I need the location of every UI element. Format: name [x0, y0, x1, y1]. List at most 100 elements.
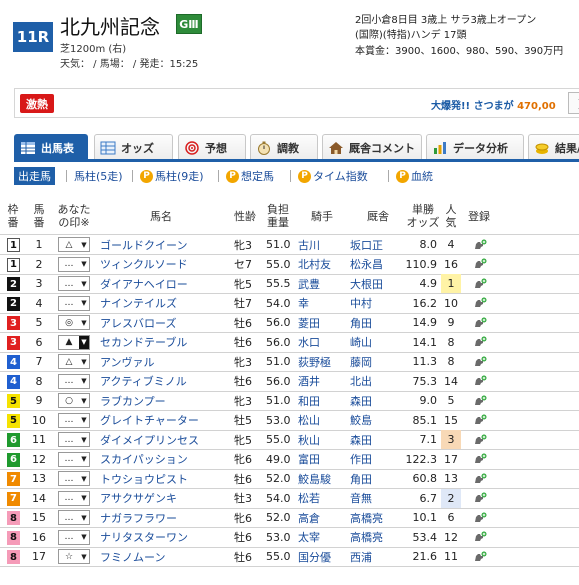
subnav-pedigree[interactable]: P 血統	[392, 167, 437, 185]
jockey-link[interactable]: 北村友	[298, 255, 348, 275]
horse-name-link[interactable]: ナガラフラワー	[100, 508, 226, 528]
jockey-link[interactable]: 酒井	[298, 372, 348, 392]
register-button[interactable]	[470, 391, 490, 411]
promo-banner[interactable]: 激熱 大爆発!! さつまが 470,00 ＞	[14, 88, 579, 118]
horse-name-link[interactable]: アクティブミノル	[100, 372, 226, 392]
register-button[interactable]	[470, 313, 490, 333]
jockey-link[interactable]: 武豊	[298, 274, 348, 294]
subnav-shussouba[interactable]: 出走馬	[14, 167, 55, 185]
tab-odds[interactable]: オッズ	[94, 134, 173, 160]
jockey-link[interactable]: 松山	[298, 411, 348, 431]
subnav-umabashira-9[interactable]: P 馬柱(9走)	[136, 167, 208, 185]
register-button[interactable]	[470, 469, 490, 489]
register-button[interactable]	[470, 547, 490, 567]
horse-name-link[interactable]: ナリタスターワン	[100, 528, 226, 548]
trainer-link[interactable]: 高橋亮	[350, 528, 406, 548]
register-button[interactable]	[470, 372, 490, 392]
mark-select[interactable]: … ▼	[58, 432, 90, 447]
mark-select[interactable]: … ▼	[58, 451, 90, 467]
mark-select[interactable]: … ▼	[58, 529, 90, 545]
trainer-link[interactable]: 音無	[350, 489, 406, 509]
trainer-link[interactable]: 松永昌	[350, 255, 406, 275]
mark-select[interactable]: … ▼	[58, 412, 90, 428]
promo-text[interactable]: 大爆発!! さつまが 470,00	[431, 97, 556, 112]
trainer-link[interactable]: 作田	[350, 450, 406, 470]
mark-select[interactable]: … ▼	[58, 471, 90, 486]
mark-select[interactable]: ◎ ▼	[58, 315, 90, 330]
tab-shutsuba[interactable]: 出馬表	[14, 134, 88, 160]
jockey-link[interactable]: 古川	[298, 235, 348, 255]
register-button[interactable]	[470, 528, 490, 548]
mark-select[interactable]: … ▼	[58, 295, 90, 311]
horse-name-link[interactable]: グレイトチャーター	[100, 411, 226, 431]
register-button[interactable]	[470, 489, 490, 509]
trainer-link[interactable]: 鮫島	[350, 411, 406, 431]
mark-select[interactable]: ☆ ▼	[58, 549, 90, 564]
tab-choukyou[interactable]: 調教	[250, 134, 318, 160]
subnav-umabashira-5[interactable]: 馬柱(5走)	[70, 167, 127, 185]
horse-name-link[interactable]: アンヴァル	[100, 352, 226, 372]
jockey-link[interactable]: 秋山	[298, 430, 348, 450]
register-button[interactable]	[470, 430, 490, 450]
mark-select[interactable]: △ ▼	[58, 354, 90, 369]
trainer-link[interactable]: 西浦	[350, 547, 406, 567]
tab-results[interactable]: 結果/	[528, 134, 579, 160]
horse-name-link[interactable]: ダイメイプリンセス	[100, 430, 226, 450]
promo-next-button[interactable]: ＞	[568, 92, 579, 114]
register-button[interactable]	[470, 352, 490, 372]
trainer-link[interactable]: 森田	[350, 391, 406, 411]
trainer-link[interactable]: 崎山	[350, 333, 406, 353]
jockey-link[interactable]: 松若	[298, 489, 348, 509]
jockey-link[interactable]: 国分優	[298, 547, 348, 567]
jockey-link[interactable]: 水口	[298, 333, 348, 353]
horse-name-link[interactable]: トウショウピスト	[100, 469, 226, 489]
horse-name-link[interactable]: ダイアナヘイロー	[100, 274, 226, 294]
horse-name-link[interactable]: ナインテイルズ	[100, 294, 226, 314]
jockey-link[interactable]: 荻野極	[298, 352, 348, 372]
trainer-link[interactable]: 北出	[350, 372, 406, 392]
register-button[interactable]	[470, 508, 490, 528]
tab-yosou[interactable]: 予想	[178, 134, 246, 160]
mark-select[interactable]: … ▼	[58, 276, 90, 291]
register-button[interactable]	[470, 333, 490, 353]
trainer-link[interactable]: 森田	[350, 430, 406, 450]
trainer-link[interactable]: 角田	[350, 469, 406, 489]
register-button[interactable]	[470, 450, 490, 470]
trainer-link[interactable]: 藤岡	[350, 352, 406, 372]
register-button[interactable]	[470, 274, 490, 294]
jockey-link[interactable]: 鮫島駿	[298, 469, 348, 489]
register-button[interactable]	[470, 411, 490, 431]
mark-select[interactable]: … ▼	[58, 256, 90, 272]
horse-name-link[interactable]: スカイパッション	[100, 450, 226, 470]
trainer-link[interactable]: 大根田	[350, 274, 406, 294]
register-button[interactable]	[470, 255, 490, 275]
mark-select[interactable]: … ▼	[58, 510, 90, 525]
mark-select[interactable]: … ▼	[58, 490, 90, 506]
trainer-link[interactable]: 坂口正	[350, 235, 406, 255]
horse-name-link[interactable]: フミノムーン	[100, 547, 226, 567]
mark-select[interactable]: ▲ ▼	[58, 334, 90, 350]
jockey-link[interactable]: 高倉	[298, 508, 348, 528]
horse-name-link[interactable]: ツィンクルソード	[100, 255, 226, 275]
horse-name-link[interactable]: ラブカンプー	[100, 391, 226, 411]
trainer-link[interactable]: 中村	[350, 294, 406, 314]
jockey-link[interactable]: 太宰	[298, 528, 348, 548]
horse-name-link[interactable]: アサクサゲンキ	[100, 489, 226, 509]
jockey-link[interactable]: 菱田	[298, 313, 348, 333]
mark-select[interactable]: ○ ▼	[58, 393, 90, 408]
trainer-link[interactable]: 角田	[350, 313, 406, 333]
jockey-link[interactable]: 和田	[298, 391, 348, 411]
subnav-time-index[interactable]: P タイム指数	[294, 167, 372, 185]
horse-name-link[interactable]: ゴールドクイーン	[100, 235, 226, 255]
tab-data-analysis[interactable]: データ分析	[426, 134, 524, 160]
subnav-souteiba[interactable]: P 想定馬	[222, 167, 278, 185]
horse-name-link[interactable]: セカンドテーブル	[100, 333, 226, 353]
register-button[interactable]	[470, 235, 490, 255]
horse-name-link[interactable]: アレスバローズ	[100, 313, 226, 333]
trainer-link[interactable]: 高橋亮	[350, 508, 406, 528]
jockey-link[interactable]: 富田	[298, 450, 348, 470]
register-button[interactable]	[470, 294, 490, 314]
jockey-link[interactable]: 幸	[298, 294, 348, 314]
tab-stable-comment[interactable]: 厩舎コメント	[322, 134, 422, 160]
mark-select[interactable]: △ ▼	[58, 237, 90, 252]
